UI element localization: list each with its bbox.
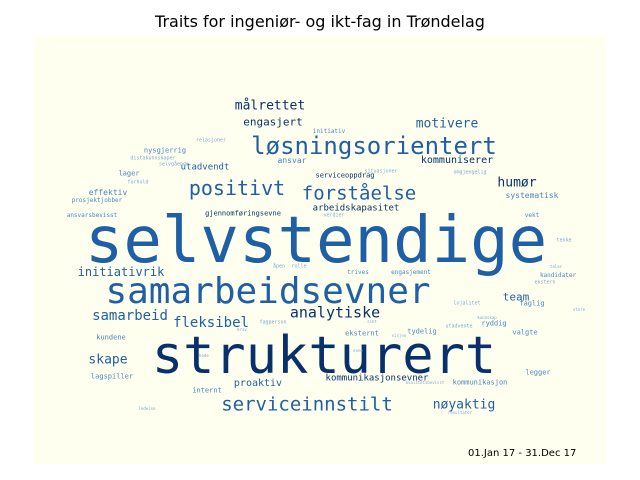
word-44: ansvarsbevisst <box>66 212 118 219</box>
word-42: kandidater <box>539 272 577 279</box>
word-49: selvgående <box>158 161 190 168</box>
word-39: eksternt <box>345 329 379 338</box>
word-31: legger <box>525 368 551 377</box>
word-17: engasjert <box>243 115 303 129</box>
word-14: humør <box>497 175 537 191</box>
word-51: omgjengelig <box>453 169 487 176</box>
word-36: ryddig <box>481 319 507 328</box>
word-41: trives <box>347 269 369 276</box>
word-32: kommunikasjon <box>452 378 508 387</box>
word-63: kunnskap <box>477 315 497 320</box>
word-50: relasjoner <box>195 137 227 144</box>
word-11: motivere <box>415 116 479 132</box>
word-18: kommuniserer <box>420 155 494 166</box>
word-34: lager <box>118 169 140 178</box>
word-55: rolle <box>291 263 307 270</box>
word-38: tydelig <box>407 327 437 336</box>
word-68: evne <box>353 348 363 353</box>
word-35: faglig <box>519 299 545 308</box>
word-4: positivt <box>188 176 286 200</box>
word-59: tenke <box>556 237 572 244</box>
word-57: lojalitet <box>453 300 481 307</box>
word-47: forhold <box>127 179 149 186</box>
word-30: internt <box>192 386 222 395</box>
word-15: initiativrik <box>77 265 165 279</box>
word-23: ansvar <box>277 156 307 165</box>
word-12: skape <box>88 352 128 368</box>
word-46: initiativ <box>312 128 346 135</box>
word-28: kundene <box>96 333 126 342</box>
word-19: proaktiv <box>233 378 283 389</box>
word-8: samarbeid <box>92 308 168 324</box>
word-64: taler <box>549 264 563 269</box>
word-2: samarbeidsevner <box>105 271 431 312</box>
word-69: krav <box>237 327 247 332</box>
word-54: åpen <box>272 263 286 270</box>
word-33: gjennomføringsevne <box>205 209 281 218</box>
chart-title: Traits for ingeniør- og ikt-fag in Trønd… <box>155 12 485 31</box>
word-43: vekt <box>524 212 540 219</box>
word-71: kvalitetsbevisst <box>405 380 445 385</box>
word-25: systematisk <box>505 191 559 200</box>
word-40: engasjement <box>391 269 431 276</box>
word-58: ekstern <box>534 279 556 286</box>
word-56: utadvente <box>445 323 473 330</box>
word-66: sikt <box>367 319 377 324</box>
word-5: forståelse <box>301 182 417 205</box>
word-61: resultater <box>447 410 473 415</box>
word-0: selvstendige <box>84 204 548 278</box>
word-52: situasjoner <box>364 168 398 175</box>
word-24: effektiv <box>88 188 128 197</box>
word-29: lagspiller <box>90 372 134 381</box>
word-67: visjon <box>391 333 407 338</box>
word-37: valgte <box>512 328 538 337</box>
word-62: ledelse <box>138 406 156 411</box>
word-45: prosjektjobber <box>71 197 123 204</box>
word-10: målrettet <box>234 98 306 114</box>
word-70: kode <box>199 353 209 358</box>
word-cloud: selvstendige strukturert samarbeidsevner lø… <box>34 36 606 464</box>
word-27: nysgjerrig <box>143 146 187 155</box>
word-6: serviceinnstilt <box>221 393 393 416</box>
word-60: fagperson <box>259 319 287 326</box>
date-range-label: 01.Jan 17 - 31.Dec 17 <box>468 448 577 459</box>
word-53: verdier <box>323 212 345 219</box>
word-65: store <box>572 307 586 312</box>
